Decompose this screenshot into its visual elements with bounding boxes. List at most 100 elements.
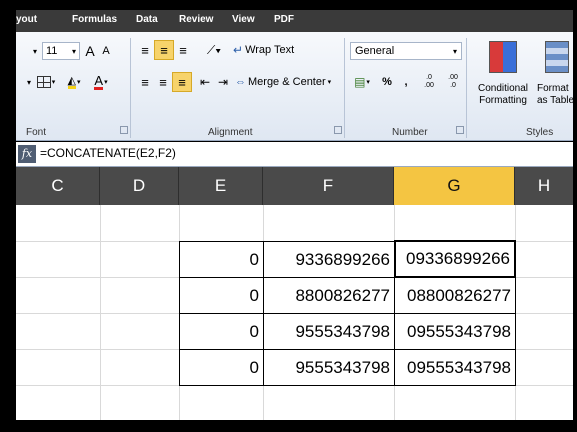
tab-layout[interactable]: yout <box>16 14 37 25</box>
cell-g4[interactable]: 09555343798 <box>394 313 516 350</box>
cell-g3[interactable]: 08800826277 <box>394 277 516 314</box>
font-name-dropdown-icon[interactable]: ▾ <box>30 42 40 60</box>
column-header-c[interactable]: C <box>16 167 100 205</box>
conditional-formatting-button[interactable]: Conditional Formatting <box>472 36 534 120</box>
wrap-text-icon: ↵ <box>233 43 244 57</box>
column-header-e[interactable]: E <box>179 167 263 205</box>
chevron-down-icon: ▾ <box>104 79 108 86</box>
align-left-button[interactable]: ≡ <box>136 72 154 92</box>
number-group-label: Number <box>392 127 428 138</box>
cell-g2[interactable]: 09336899266 <box>394 240 516 278</box>
underline-dropdown-icon[interactable]: ▾ <box>24 72 34 92</box>
align-center-button[interactable]: ≡ <box>154 72 172 92</box>
number-format-dropdown[interactable]: General ▾ <box>350 42 462 60</box>
column-header-h[interactable]: H <box>515 167 573 205</box>
merge-center-label: Merge & Center <box>248 76 326 88</box>
insert-function-icon[interactable]: fx <box>18 145 36 163</box>
tab-formulas[interactable]: Formulas <box>72 14 117 25</box>
align-right-button[interactable]: ≡ <box>172 72 192 92</box>
shrink-font-icon: A <box>102 45 110 57</box>
decrease-decimal-icon: .0 <box>450 82 456 89</box>
orientation-icon: ⟋▾ <box>206 42 222 57</box>
font-color-icon: A <box>94 72 104 90</box>
alignment-group-label: Alignment <box>208 127 253 138</box>
format-as-table-button[interactable]: Format as Table <box>536 36 573 120</box>
wrap-text-label: Wrap Text <box>245 44 295 56</box>
chevron-down-icon: ▾ <box>71 46 76 56</box>
percent-icon: % <box>382 76 392 88</box>
cell-g5[interactable]: 09555343798 <box>394 349 516 386</box>
column-headers: C D E F G H <box>16 167 573 205</box>
decrease-decimal-button[interactable]: .00 .0 <box>442 70 464 94</box>
percent-style-button[interactable]: % <box>378 72 396 92</box>
tab-pdf[interactable]: PDF <box>274 14 294 25</box>
decrease-indent-icon: ⇤ <box>199 75 211 89</box>
number-dialog-launcher-icon[interactable] <box>456 126 464 134</box>
number-format-value: General <box>355 45 395 57</box>
increase-decimal-button[interactable]: .0 .00 <box>418 70 440 94</box>
merge-center-button[interactable]: ⇔ Merge & Center ▾ <box>234 72 340 92</box>
align-middle-button[interactable]: ≡ <box>154 40 174 60</box>
cell-f3[interactable]: 8800826277 <box>263 277 395 314</box>
conditional-label-1: Conditional <box>477 83 529 94</box>
paint-bucket-icon: ◭ <box>67 74 76 89</box>
tab-review[interactable]: Review <box>179 14 213 25</box>
cell-e2[interactable]: 0 <box>179 241 264 278</box>
align-bottom-icon: ≡ <box>179 42 187 58</box>
shrink-font-button[interactable]: A <box>98 42 114 60</box>
font-size-dropdown[interactable]: 11 ▾ <box>42 42 80 60</box>
increase-decimal-icon: .00 <box>424 82 434 89</box>
align-bottom-button[interactable]: ≡ <box>174 40 192 60</box>
decrease-decimal-top: .00 <box>448 74 458 81</box>
increase-indent-icon: ⇥ <box>217 75 229 89</box>
cell-f2[interactable]: 9336899266 <box>263 241 395 278</box>
chevron-down-icon: ▾ <box>51 79 56 86</box>
increase-indent-button[interactable]: ⇥ <box>214 72 232 92</box>
wrap-text-button[interactable]: ↵ Wrap Text <box>232 40 312 60</box>
cell-e3[interactable]: 0 <box>179 277 264 314</box>
formula-input[interactable]: =CONCATENATE(E2,F2) <box>40 146 176 160</box>
chevron-down-icon: ▾ <box>327 79 332 86</box>
group-divider <box>466 38 467 138</box>
decrease-indent-button[interactable]: ⇤ <box>196 72 214 92</box>
align-top-button[interactable]: ≡ <box>136 40 154 60</box>
grow-font-button[interactable]: A <box>82 42 98 60</box>
align-right-icon: ≡ <box>178 74 186 90</box>
align-left-icon: ≡ <box>141 74 149 90</box>
cell-f5[interactable]: 9555343798 <box>263 349 395 386</box>
excel-screenshot: yout Formulas Data Review View PDF ▾ 11 … <box>4 4 573 428</box>
fill-color-button[interactable]: ◭ ▾ <box>62 72 86 92</box>
align-top-icon: ≡ <box>141 42 149 58</box>
group-divider <box>130 38 131 138</box>
alignment-dialog-launcher-icon[interactable] <box>334 126 342 134</box>
font-color-button[interactable]: A ▾ <box>88 72 114 92</box>
format-table-label-1: Format <box>537 83 569 94</box>
column-header-d[interactable]: D <box>100 167 179 205</box>
currency-icon: ▤ <box>354 75 366 89</box>
comma-style-button[interactable]: , <box>398 72 414 92</box>
styles-group-label: Styles <box>526 127 554 138</box>
align-middle-icon: ≡ <box>160 42 168 58</box>
borders-button[interactable]: ▾ <box>34 72 58 92</box>
font-size-value: 11 <box>46 45 58 57</box>
accounting-format-button[interactable]: ▤ ▾ <box>348 72 376 92</box>
conditional-label-2: Formatting <box>479 95 527 106</box>
cell-f4[interactable]: 9555343798 <box>263 313 395 350</box>
cell-e5[interactable]: 0 <box>179 349 264 386</box>
orientation-button[interactable]: ⟋▾ <box>200 40 228 60</box>
increase-decimal-top: .0 <box>426 74 432 81</box>
grow-font-icon: A <box>85 43 95 59</box>
tab-view[interactable]: View <box>232 14 255 25</box>
chevron-down-icon: ▾ <box>76 79 81 86</box>
column-header-f[interactable]: F <box>263 167 394 205</box>
conditional-formatting-icon <box>489 41 517 73</box>
cell-e4[interactable]: 0 <box>179 313 264 350</box>
group-divider <box>344 38 345 138</box>
align-center-icon: ≡ <box>159 74 167 90</box>
ribbon: ▾ 11 ▾ A A ▾ ▾ ◭ ▾ A ▾ Font ≡ ≡ ≡ ⟋▾ ↵ W… <box>16 32 573 141</box>
font-dialog-launcher-icon[interactable] <box>120 126 128 134</box>
column-header-g[interactable]: G <box>394 167 515 205</box>
tab-data[interactable]: Data <box>136 14 158 25</box>
worksheet-grid[interactable]: 0 9336899266 09336899266 0 8800826277 08… <box>16 205 573 420</box>
font-group-label: Font <box>26 127 47 138</box>
